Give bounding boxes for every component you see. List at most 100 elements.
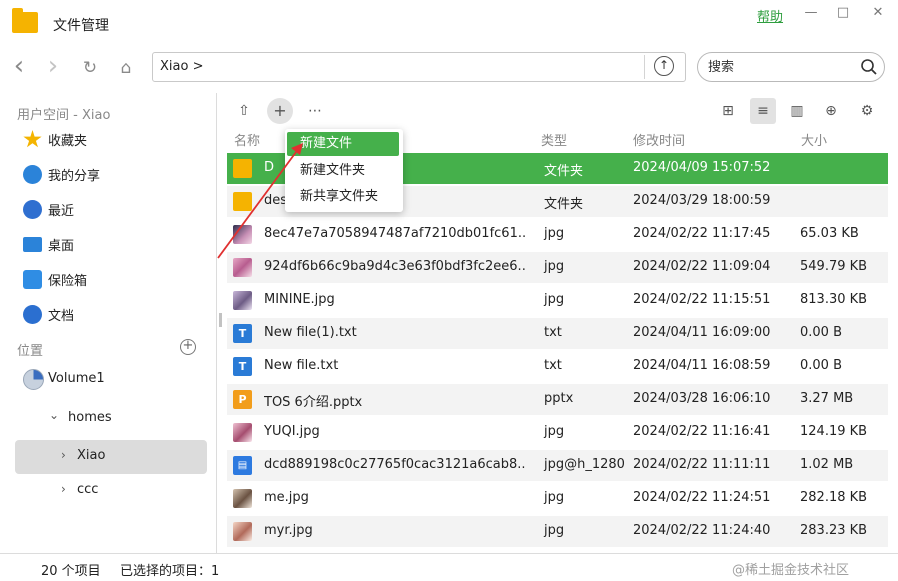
- tree-item-label: Xiao: [77, 448, 106, 463]
- file-size: 1.02 MB: [800, 457, 854, 472]
- image-thumbnail-icon: [233, 522, 252, 541]
- sidebar-item-safe[interactable]: 保险箱: [15, 262, 207, 295]
- file-modified: 2024/02/22 11:24:51: [633, 490, 771, 505]
- help-link[interactable]: 帮助: [757, 6, 783, 25]
- image-thumbnail-icon: [233, 489, 252, 508]
- sidebar-item-documents[interactable]: 文档: [15, 297, 207, 330]
- go-up-icon[interactable]: ↑: [654, 56, 674, 76]
- file-modified: 2024/02/22 11:15:51: [633, 292, 771, 307]
- address-divider: [644, 55, 645, 79]
- menu-item-new-folder[interactable]: 新建文件夹: [287, 159, 399, 183]
- sidebar-item-recent[interactable]: 最近: [15, 192, 207, 225]
- minimize-button[interactable]: —: [799, 4, 823, 22]
- table-row[interactable]: 8ec47e7a7058947487af7210db01fc61... jpg …: [227, 219, 888, 250]
- text-file-icon: T: [233, 324, 252, 343]
- sidebar-item-desktop[interactable]: 桌面: [15, 227, 207, 260]
- file-type: jpg: [544, 292, 565, 307]
- address-bar[interactable]: Xiao > ↑: [152, 52, 686, 82]
- folder-icon: [233, 192, 252, 211]
- home-icon[interactable]: ⌂: [115, 57, 137, 79]
- file-type: jpg: [544, 259, 565, 274]
- file-type: jpg@h_1280: [544, 457, 625, 472]
- table-row[interactable]: T New file.txt txt 2024/04/11 16:08:59 0…: [227, 351, 888, 382]
- tree-item-xiao[interactable]: › Xiao: [15, 440, 207, 474]
- tree-item-homes[interactable]: ⌄ homes: [15, 402, 207, 436]
- table-row[interactable]: me.jpg jpg 2024/02/22 11:24:51 282.18 KB: [227, 483, 888, 514]
- search-icon[interactable]: [860, 58, 878, 76]
- file-modified: 2024/02/22 11:24:40: [633, 523, 771, 538]
- column-header-type[interactable]: 类型: [541, 130, 567, 149]
- file-modified: 2024/03/29 18:00:59: [633, 193, 771, 208]
- menu-item-new-file[interactable]: 新建文件: [287, 132, 399, 156]
- image-thumbnail-icon: [233, 258, 252, 277]
- file-size: 65.03 KB: [800, 226, 859, 241]
- file-name: YUQI.jpg: [264, 424, 320, 439]
- search-input[interactable]: [708, 58, 848, 76]
- file-size: 283.23 KB: [800, 523, 868, 538]
- grid-view-icon[interactable]: ⊞: [715, 98, 741, 124]
- column-header-name[interactable]: 名称: [234, 130, 260, 149]
- back-icon[interactable]: ‹: [8, 53, 30, 79]
- file-modified: 2024/02/22 11:17:45: [633, 226, 771, 241]
- sidebar-item-my-shares[interactable]: 我的分享: [15, 157, 207, 190]
- table-row[interactable]: YUQI.jpg jpg 2024/02/22 11:16:41 124.19 …: [227, 417, 888, 448]
- tree-item-volume1[interactable]: Volume1: [15, 363, 207, 397]
- collapse-chevron-icon[interactable]: ›: [61, 482, 66, 496]
- new-item-context-menu: 新建文件 新建文件夹 新共享文件夹: [285, 129, 403, 212]
- file-size: 549.79 KB: [800, 259, 868, 274]
- sidebar-item-favorites[interactable]: 收藏夹: [15, 122, 207, 155]
- expand-chevron-icon[interactable]: ⌄: [49, 408, 59, 422]
- document-icon: [23, 305, 42, 324]
- table-row[interactable]: T New file(1).txt txt 2024/04/11 16:09:0…: [227, 318, 888, 349]
- file-size: 0.00 B: [800, 358, 842, 373]
- clock-icon: [23, 200, 42, 219]
- file-size: 3.27 MB: [800, 391, 854, 406]
- column-header-modified[interactable]: 修改时间: [633, 130, 685, 149]
- file-size: 124.19 KB: [800, 424, 868, 439]
- settings-gear-icon[interactable]: ⚙: [854, 98, 880, 124]
- status-bar: 20 个项目 已选择的项目：1 @稀土掘金技术社区: [0, 553, 898, 581]
- table-row[interactable]: MININE.jpg jpg 2024/02/22 11:15:51 813.3…: [227, 285, 888, 316]
- sidebar: 用户空间 - Xiao 收藏夹 我的分享 最近 桌面 保险箱 文档 位置 + V…: [0, 93, 216, 553]
- share-icon: [23, 165, 42, 184]
- add-location-icon[interactable]: +: [180, 339, 196, 355]
- table-row[interactable]: 924df6b66c9ba9d4c3e63f0bdf3fc2ee6... jpg…: [227, 252, 888, 283]
- column-header-size[interactable]: 大小: [801, 130, 827, 149]
- file-name: dcd889198c0c27765f0cac3121a6cab8...: [264, 457, 526, 472]
- menu-item-new-shared-folder[interactable]: 新共享文件夹: [287, 185, 399, 209]
- file-name: New file.txt: [264, 358, 339, 373]
- file-modified: 2024/04/11 16:09:00: [633, 325, 771, 340]
- safe-icon: [23, 270, 42, 289]
- file-name: MININE.jpg: [264, 292, 335, 307]
- close-button[interactable]: ✕: [866, 4, 890, 22]
- forward-icon[interactable]: ›: [42, 53, 64, 79]
- file-name: 924df6b66c9ba9d4c3e63f0bdf3fc2ee6...: [264, 259, 526, 274]
- list-view-icon[interactable]: ≡: [750, 98, 776, 124]
- image-file-icon: ▤: [233, 456, 252, 475]
- navigation-bar: ‹ › ↻ ⌂ Xiao > ↑: [0, 48, 898, 88]
- file-type: jpg: [544, 226, 565, 241]
- table-row[interactable]: ▤ dcd889198c0c27765f0cac3121a6cab8... jp…: [227, 450, 888, 481]
- sidebar-item-label: 文档: [48, 309, 75, 324]
- more-options-icon[interactable]: ⋯: [302, 98, 328, 124]
- tree-item-ccc[interactable]: › ccc: [15, 474, 207, 508]
- file-size: 282.18 KB: [800, 490, 868, 505]
- powerpoint-file-icon: P: [233, 390, 252, 409]
- table-row[interactable]: myr.jpg jpg 2024/02/22 11:24:40 283.23 K…: [227, 516, 888, 547]
- tree-item-label: Volume1: [48, 371, 105, 386]
- file-name: me.jpg: [264, 490, 309, 505]
- refresh-icon[interactable]: ↻: [79, 57, 101, 79]
- search-box[interactable]: [697, 52, 885, 82]
- upload-icon[interactable]: ⇧: [231, 98, 257, 124]
- tree-item-label: ccc: [77, 482, 99, 497]
- file-modified: 2024/02/22 11:11:11: [633, 457, 771, 472]
- add-view-icon[interactable]: ⊕: [818, 98, 844, 124]
- table-row[interactable]: P TOS 6介绍.pptx pptx 2024/03/28 16:06:10 …: [227, 384, 888, 415]
- star-icon: [23, 130, 42, 148]
- selected-count: 已选择的项目：1: [120, 564, 220, 579]
- collapse-chevron-icon[interactable]: ›: [61, 448, 66, 462]
- new-item-icon[interactable]: +: [267, 98, 293, 124]
- maximize-button[interactable]: □: [831, 4, 855, 22]
- item-count: 20 个项目: [41, 564, 101, 579]
- column-view-icon[interactable]: ▥: [784, 98, 810, 124]
